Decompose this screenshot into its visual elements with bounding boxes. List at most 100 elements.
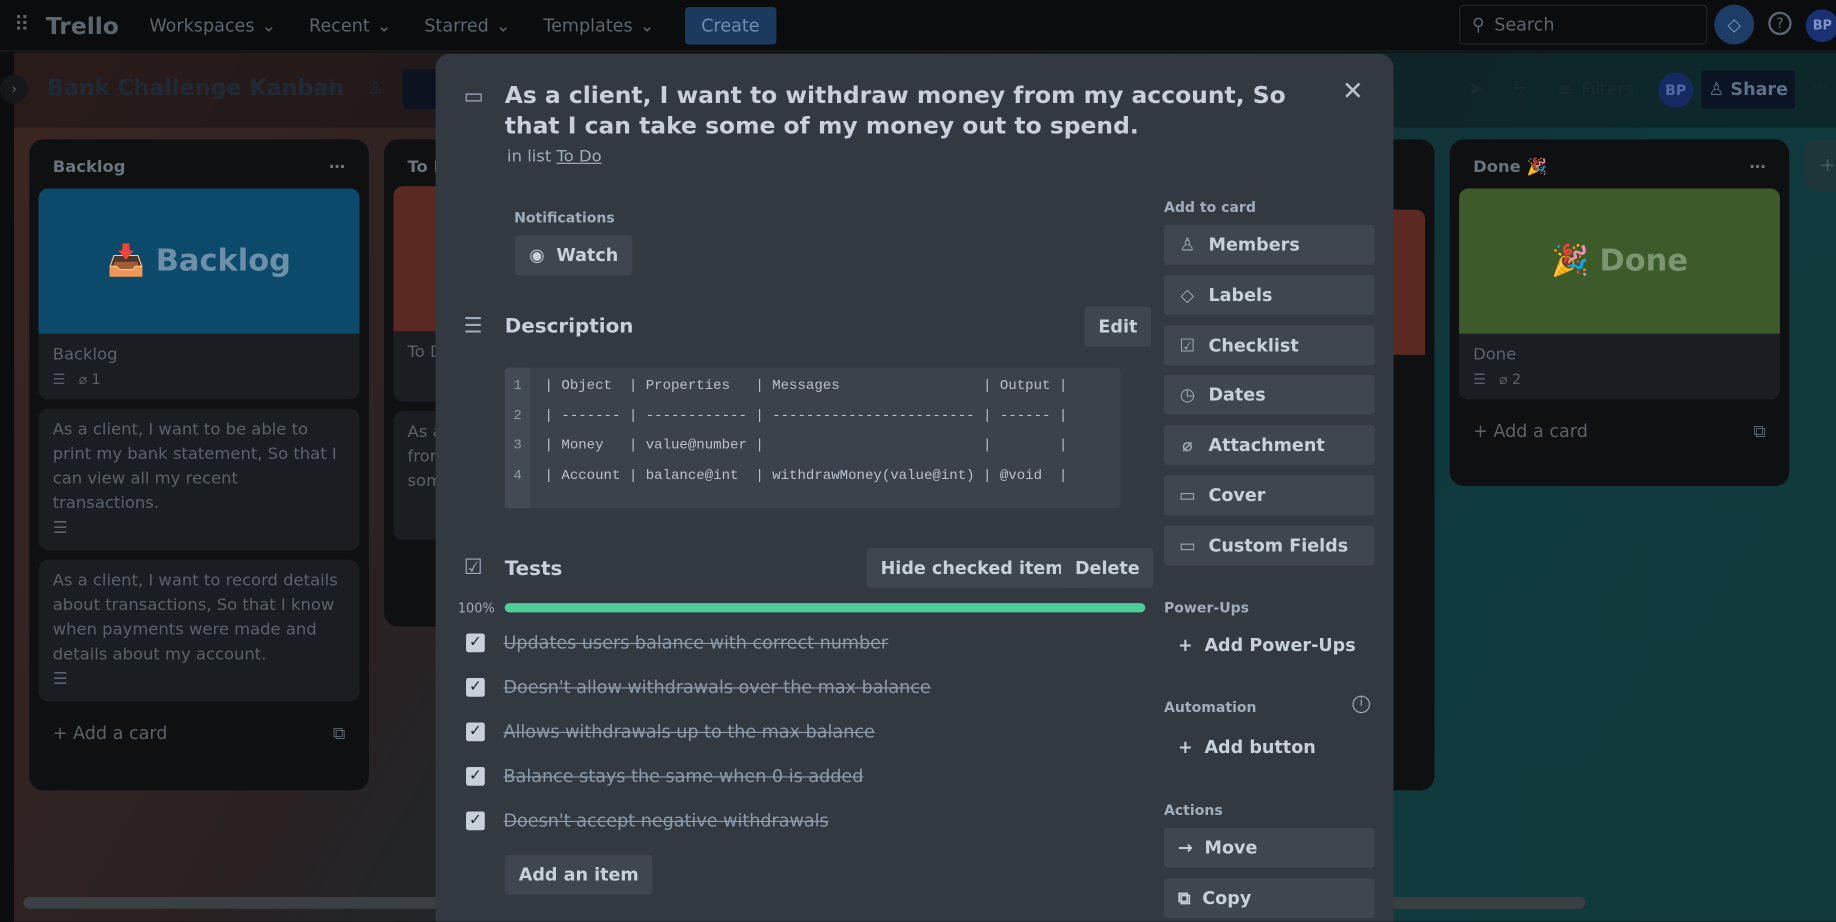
info-icon[interactable]: i (1352, 695, 1371, 714)
checklist-button[interactable]: ☑ Checklist (1163, 325, 1375, 365)
checklist-item-text[interactable]: Updates users balance with correct numbe… (504, 632, 889, 653)
filter-icon: ≡ (1557, 78, 1573, 100)
label: Cover (1208, 484, 1266, 506)
custom-fields-button[interactable]: ▭ Custom Fields (1163, 525, 1375, 566)
close-icon[interactable]: ✕ (1342, 77, 1364, 106)
line-text: | Account | balance@int | withdrawMoney(… (544, 466, 1068, 484)
clock-icon: ◷ (1179, 384, 1196, 406)
help-icon[interactable]: ? (1768, 11, 1792, 36)
inbox-icon: 📥 (107, 243, 146, 279)
checklist-item[interactable]: ✓ Updates users balance with correct numb… (466, 621, 1145, 665)
more-icon[interactable]: ⋯ (1810, 75, 1829, 97)
share-label: Share (1730, 78, 1789, 100)
power-ups-icon[interactable]: ➤ (1468, 77, 1484, 99)
checkbox-checked-icon[interactable]: ✓ (466, 767, 485, 786)
checkbox-checked-icon[interactable]: ✓ (466, 633, 485, 653)
list-menu-icon[interactable]: ⋯ (1749, 158, 1765, 177)
delete-checklist-button[interactable]: Delete (1060, 548, 1154, 588)
edit-description-button[interactable]: Edit (1084, 306, 1152, 347)
visibility-icon[interactable]: ♙ (368, 77, 384, 98)
add-card-button[interactable]: + Add a card ⧉ (1459, 399, 1780, 462)
checklist-item[interactable]: ✓ Balance stays the same when 0 is added (466, 754, 1145, 798)
description-icon: ☰ (1473, 371, 1486, 388)
label-icon: ◇ (1180, 284, 1195, 306)
add-button-button[interactable]: + Add button (1164, 727, 1375, 767)
share-button[interactable]: ♙ Share (1701, 70, 1796, 109)
progress-label: 100% (457, 600, 495, 616)
line-number: 3 (513, 436, 522, 454)
attachment-button[interactable]: ⌀ Attachment (1163, 425, 1375, 466)
move-button[interactable]: → Move (1163, 827, 1375, 868)
members-button[interactable]: ♙ Members (1163, 224, 1375, 265)
nav-starred[interactable]: Starred ⌄ (424, 15, 510, 36)
automation-icon[interactable]: ϟ (1513, 77, 1525, 99)
checkbox-checked-icon[interactable]: ✓ (466, 678, 485, 697)
trello-logo[interactable]: Trello (46, 11, 119, 39)
checklist-item-text[interactable]: Doesn't allow withdrawals over the max b… (504, 677, 931, 698)
card[interactable]: As a client, I want to record details ab… (38, 559, 360, 702)
checkbox-checked-icon[interactable]: ✓ (466, 811, 485, 831)
label: Members (1208, 234, 1300, 256)
add-list-button[interactable]: + (1803, 139, 1836, 191)
dates-button[interactable]: ◷ Dates (1163, 375, 1375, 415)
cover-button[interactable]: ▭ Cover (1163, 475, 1375, 516)
avatar[interactable]: BP (1805, 9, 1836, 43)
party-icon: 🎉 (1550, 243, 1589, 279)
checklist-item-text[interactable]: Balance stays the same when 0 is added (504, 766, 864, 787)
card-cover: 🎉 Done (1459, 188, 1780, 334)
add-card-label: Add a card (1493, 420, 1588, 442)
app-switcher-icon[interactable]: ⠿ (14, 13, 29, 38)
description-icon: ☰ (52, 518, 68, 538)
create-button[interactable]: Create (684, 6, 777, 44)
hide-checked-button[interactable]: Hide checked items (866, 548, 1089, 588)
checklist-item-text[interactable]: Allows withdrawals up to the max balance (504, 721, 875, 742)
board-title[interactable]: Bank Challenge Kanban (47, 75, 344, 101)
list-title[interactable]: Done 🎉 (1473, 158, 1547, 177)
checklist-item[interactable]: ✓ Allows withdrawals up to the max balanc… (466, 710, 1145, 754)
labels-button[interactable]: ◇ Labels (1163, 274, 1375, 315)
label: Add Power-Ups (1204, 634, 1356, 656)
add-card-label: Add a card (73, 722, 168, 744)
cover-card[interactable]: 🎉 Done Done ☰ ⌀ 2 (1459, 188, 1780, 400)
checklist-title[interactable]: Tests (505, 557, 563, 580)
nav-recent[interactable]: Recent ⌄ (309, 15, 391, 36)
nav-templates[interactable]: Templates ⌄ (543, 15, 654, 36)
description-code-block: 1 | Object | Properties | Messages | Outp… (504, 367, 1121, 509)
checklist-item[interactable]: ✓ Doesn't accept negative withdrawals (466, 799, 1145, 843)
search-input[interactable]: ⚲ Search (1459, 4, 1708, 45)
checklist-item[interactable]: ✓ Doesn't allow withdrawals over the max … (466, 665, 1145, 709)
add-card-button[interactable]: + Add a card ⧉ (39, 701, 360, 764)
board-avatar[interactable]: BP (1658, 72, 1694, 108)
card-title[interactable]: As a client, I want to withdraw money fr… (505, 80, 1313, 141)
cover-card[interactable]: 📥 Backlog Backlog ☰ ⌀ 1 (38, 188, 360, 400)
template-icon[interactable]: ⧉ (333, 723, 346, 744)
progress-fill (504, 603, 1146, 613)
label: Move (1204, 837, 1258, 859)
add-powerups-button[interactable]: + Add Power-Ups (1164, 625, 1375, 665)
label: Custom Fields (1208, 534, 1349, 556)
card[interactable]: As a client, I want to be able to print … (38, 408, 360, 551)
person-icon: ♙ (1179, 234, 1196, 256)
copy-button[interactable]: ⧉ Copy (1163, 878, 1375, 919)
list-title[interactable]: Backlog (53, 158, 126, 177)
filters-button[interactable]: ≡ Filters (1557, 78, 1634, 99)
arrow-right-icon: → (1178, 837, 1193, 859)
line-text: | ------- | ------------ | -------------… (544, 406, 1068, 424)
nav-workspaces[interactable]: Workspaces ⌄ (149, 15, 276, 36)
expand-sidebar-icon[interactable]: › (0, 74, 29, 104)
chevron-down-icon: ⌄ (495, 14, 511, 36)
label: Dates (1208, 384, 1266, 406)
checklist-item-text[interactable]: Doesn't accept negative withdrawals (504, 810, 829, 831)
list-link[interactable]: To Do (556, 148, 601, 167)
add-item-button[interactable]: Add an item (504, 854, 653, 895)
list-menu-icon[interactable]: ⋯ (329, 158, 345, 177)
cover-text: Done (1599, 243, 1689, 279)
watch-button[interactable]: ◉ Watch (515, 235, 633, 276)
checkbox-checked-icon[interactable]: ✓ (466, 722, 485, 742)
chevron-down-icon: ⌄ (261, 14, 277, 36)
star-icon[interactable]: ☆ (323, 75, 341, 98)
template-icon[interactable]: ⧉ (1753, 420, 1766, 441)
card-title: As a client, I want to record details ab… (52, 571, 338, 664)
notifications-icon[interactable]: ◇ (1714, 4, 1755, 45)
code-line: 1 | Object | Properties | Messages | Outp… (505, 377, 1067, 407)
